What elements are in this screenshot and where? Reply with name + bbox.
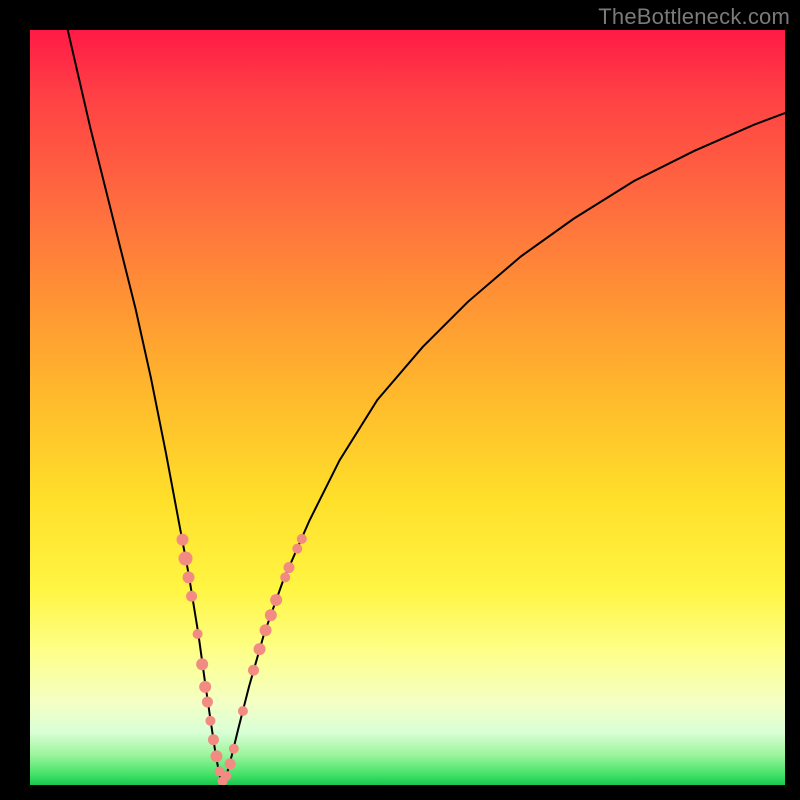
scatter-marker: [193, 629, 203, 639]
scatter-marker: [229, 744, 239, 754]
scatter-marker: [221, 771, 231, 781]
scatter-marker: [292, 544, 302, 554]
scatter-marker: [265, 609, 277, 621]
scatter-marker: [186, 591, 197, 602]
scatter-marker: [196, 658, 208, 670]
chart-frame: TheBottleneck.com: [0, 0, 800, 800]
scatter-marker: [210, 750, 222, 762]
scatter-marker: [177, 534, 189, 546]
scatter-marker: [183, 571, 195, 583]
scatter-marker: [254, 643, 266, 655]
scatter-marker: [179, 552, 193, 566]
scatter-marker: [238, 706, 248, 716]
scatter-marker: [297, 534, 307, 544]
scatter-markers: [177, 534, 307, 785]
scatter-marker: [199, 681, 211, 693]
scatter-marker: [202, 696, 213, 707]
watermark-text: TheBottleneck.com: [598, 4, 790, 30]
scatter-marker: [248, 665, 259, 676]
scatter-marker: [270, 594, 282, 606]
scatter-marker: [260, 624, 272, 636]
scatter-marker: [280, 572, 290, 582]
scatter-marker: [283, 562, 294, 573]
plot-area: [30, 30, 785, 785]
scatter-marker: [208, 734, 219, 745]
scatter-marker: [205, 716, 215, 726]
chart-svg: [30, 30, 785, 785]
bottleneck-curve-right: [223, 113, 785, 785]
bottleneck-curve-left: [68, 30, 223, 785]
scatter-marker: [225, 758, 236, 769]
